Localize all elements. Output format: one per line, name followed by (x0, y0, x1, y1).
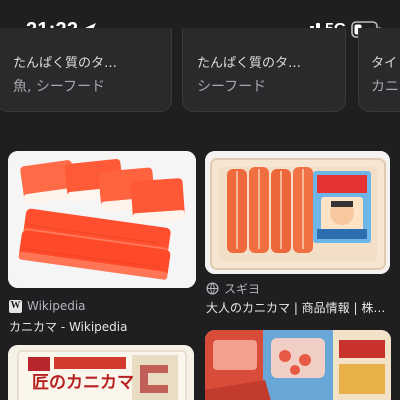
wikipedia-icon: W (9, 299, 22, 313)
result-title[interactable]: カニカマ - Wikipedia (9, 318, 127, 335)
result-title[interactable]: 大人のカニカマ | 商品情報 | 株… (206, 299, 385, 316)
related-card-2[interactable]: たんぱく質のタ… シーフード (182, 28, 346, 112)
package-text: 匠のカニカマ (32, 373, 134, 393)
result-source: スギヨ (224, 282, 261, 296)
related-card-title: たんぱく質のタ… (197, 56, 302, 71)
related-card-subtitle: カニ (371, 79, 399, 95)
related-card-3[interactable]: タイ カニ (358, 28, 400, 112)
packaged-crab-sticks-illustration (205, 151, 390, 274)
result-source: Wikipedia (27, 299, 86, 313)
related-card-title: タイ (371, 56, 398, 71)
result-source-row[interactable]: W Wikipedia (9, 299, 86, 313)
related-card-subtitle: シーフード (197, 79, 267, 95)
globe-icon (206, 282, 219, 295)
related-card-1[interactable]: たんぱく質のタ… 魚, シーフード (0, 28, 172, 112)
result-source-row[interactable]: スギヨ (206, 280, 260, 297)
takumi-kanikama-package-photo[interactable]: 匠のカニカマ (8, 345, 194, 400)
related-card-title: たんぱく質のタ… (13, 56, 118, 71)
packaged-crab-sticks-photo[interactable] (205, 151, 390, 274)
crab-sticks-photo[interactable] (8, 151, 196, 288)
kanikama-assortment-photo[interactable] (205, 330, 391, 400)
assortment-illustration (205, 330, 391, 400)
crab-sticks-illustration (8, 151, 196, 288)
related-card-subtitle: 魚, シーフード (13, 79, 106, 95)
